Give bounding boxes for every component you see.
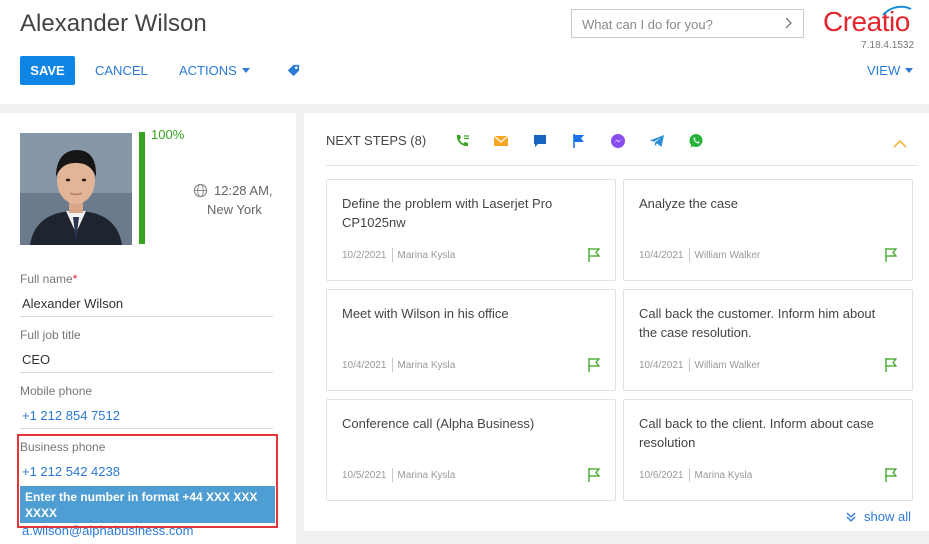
- job-title-input[interactable]: CEO: [22, 352, 50, 367]
- next-steps-title: NEXT STEPS (8): [326, 133, 427, 148]
- actions-button[interactable]: ACTIONS: [179, 63, 250, 78]
- field-underline: [20, 316, 273, 317]
- task-owner[interactable]: Marina Kysla: [695, 470, 753, 481]
- meta-separator: [688, 468, 690, 482]
- task-owner[interactable]: Marina Kysla: [398, 360, 456, 371]
- command-search-input[interactable]: What can I do for you?: [571, 9, 804, 38]
- task-owner[interactable]: William Walker: [695, 250, 761, 261]
- task-date: 10/6/2021: [639, 469, 684, 481]
- task-card[interactable]: Define the problem with Laserjet Pro CP1…: [326, 179, 616, 281]
- task-title[interactable]: Define the problem with Laserjet Pro CP1…: [342, 194, 597, 232]
- task-meta: 10/5/2021 Marina Kysla: [342, 468, 455, 482]
- next-steps-actions: [454, 133, 727, 149]
- chat-icon[interactable]: [532, 133, 548, 149]
- double-chevron-down-icon: [846, 512, 856, 522]
- caret-down-icon: [905, 68, 914, 73]
- task-meta: 10/4/2021 Marina Kysla: [342, 358, 455, 372]
- task-meta: 10/2/2021 Marina Kysla: [342, 248, 455, 262]
- flag-icon[interactable]: [571, 133, 587, 149]
- task-card[interactable]: Conference call (Alpha Business) 10/5/202…: [326, 399, 616, 501]
- task-owner[interactable]: Marina Kysla: [398, 470, 456, 481]
- field-underline: [20, 428, 273, 429]
- version-label: 7.18.4.1532: [861, 40, 914, 51]
- contact-profile-panel: 100% 12:28 AM, New York Full name* Alexa…: [0, 113, 296, 544]
- globe-icon: [193, 183, 208, 198]
- mobile-phone-input[interactable]: +1 212 854 7512: [22, 408, 120, 423]
- complete-flag-icon[interactable]: [884, 247, 898, 263]
- task-date: 10/2/2021: [342, 249, 387, 261]
- task-card[interactable]: Analyze the case 10/4/2021 William Walker: [623, 179, 913, 281]
- chevron-right-icon[interactable]: [781, 16, 795, 30]
- complete-flag-icon[interactable]: [884, 467, 898, 483]
- complete-flag-icon[interactable]: [884, 357, 898, 373]
- full-name-input[interactable]: Alexander Wilson: [22, 296, 123, 311]
- local-time: 12:28 AM,: [214, 183, 273, 198]
- search-placeholder: What can I do for you?: [582, 17, 713, 32]
- task-date: 10/4/2021: [639, 249, 684, 261]
- cancel-button[interactable]: CANCEL: [95, 63, 148, 78]
- complete-flag-icon[interactable]: [587, 467, 601, 483]
- meta-separator: [391, 468, 393, 482]
- panel-divider: [326, 165, 918, 166]
- field-underline: [20, 372, 273, 373]
- show-all-link[interactable]: show all: [846, 509, 911, 524]
- full-name-label: Full name*: [20, 272, 78, 286]
- view-label: VIEW: [867, 63, 901, 78]
- task-card[interactable]: Meet with Wilson in his office 10/4/2021 M…: [326, 289, 616, 391]
- caret-down-icon: [241, 68, 250, 73]
- profile-completeness-value: 100%: [151, 127, 185, 142]
- profile-completeness-bar: [139, 132, 145, 244]
- phone-call-icon[interactable]: [454, 133, 470, 149]
- complete-flag-icon[interactable]: [587, 357, 601, 373]
- show-all-label: show all: [864, 509, 911, 524]
- job-title-field[interactable]: Full job title CEO: [20, 328, 273, 373]
- full-name-field[interactable]: Full name* Alexander Wilson: [20, 272, 273, 317]
- task-title[interactable]: Call back to the client. Inform about ca…: [639, 414, 894, 452]
- page-title: Alexander Wilson: [20, 10, 207, 37]
- task-title[interactable]: Call back the customer. Inform him about…: [639, 304, 894, 342]
- task-date: 10/4/2021: [639, 359, 684, 371]
- mobile-phone-field[interactable]: Mobile phone +1 212 854 7512: [20, 384, 273, 429]
- tag-icon[interactable]: [286, 63, 301, 78]
- next-steps-panel: NEXT STEPS (8) Define the problem with L…: [304, 113, 929, 531]
- meta-separator: [688, 248, 690, 262]
- save-button[interactable]: SAVE: [20, 56, 75, 85]
- task-owner[interactable]: Marina Kysla: [398, 250, 456, 261]
- whatsapp-icon[interactable]: [688, 133, 704, 149]
- mobile-phone-label: Mobile phone: [20, 384, 93, 398]
- telegram-icon[interactable]: [649, 133, 665, 149]
- task-owner[interactable]: William Walker: [695, 360, 761, 371]
- task-title[interactable]: Analyze the case: [639, 194, 894, 213]
- messenger-icon[interactable]: [610, 133, 626, 149]
- email-icon[interactable]: [493, 133, 509, 149]
- business-phone-highlight: [17, 434, 278, 528]
- logo-swoosh-icon: [882, 5, 912, 16]
- profile-completeness-fill: [139, 132, 145, 244]
- meta-separator: [391, 358, 393, 372]
- page-header: Alexander Wilson What can I do for you? …: [0, 0, 929, 104]
- task-meta: 10/6/2021 Marina Kysla: [639, 468, 752, 482]
- actions-label: ACTIONS: [179, 63, 237, 78]
- task-date: 10/5/2021: [342, 469, 387, 481]
- meta-separator: [391, 248, 393, 262]
- task-meta: 10/4/2021 William Walker: [639, 358, 760, 372]
- task-title[interactable]: Meet with Wilson in his office: [342, 304, 597, 323]
- required-asterisk: *: [72, 272, 78, 286]
- complete-flag-icon[interactable]: [587, 247, 601, 263]
- task-card[interactable]: Call back the customer. Inform him about…: [623, 289, 913, 391]
- task-card[interactable]: Call back to the client. Inform about ca…: [623, 399, 913, 501]
- avatar[interactable]: [20, 133, 132, 245]
- job-title-label: Full job title: [20, 328, 81, 342]
- view-button[interactable]: VIEW: [867, 63, 914, 78]
- task-meta: 10/4/2021 William Walker: [639, 248, 760, 262]
- task-title[interactable]: Conference call (Alpha Business): [342, 414, 597, 433]
- task-date: 10/4/2021: [342, 359, 387, 371]
- local-city: New York: [207, 202, 262, 217]
- chevron-up-icon[interactable]: [892, 139, 908, 149]
- meta-separator: [688, 358, 690, 372]
